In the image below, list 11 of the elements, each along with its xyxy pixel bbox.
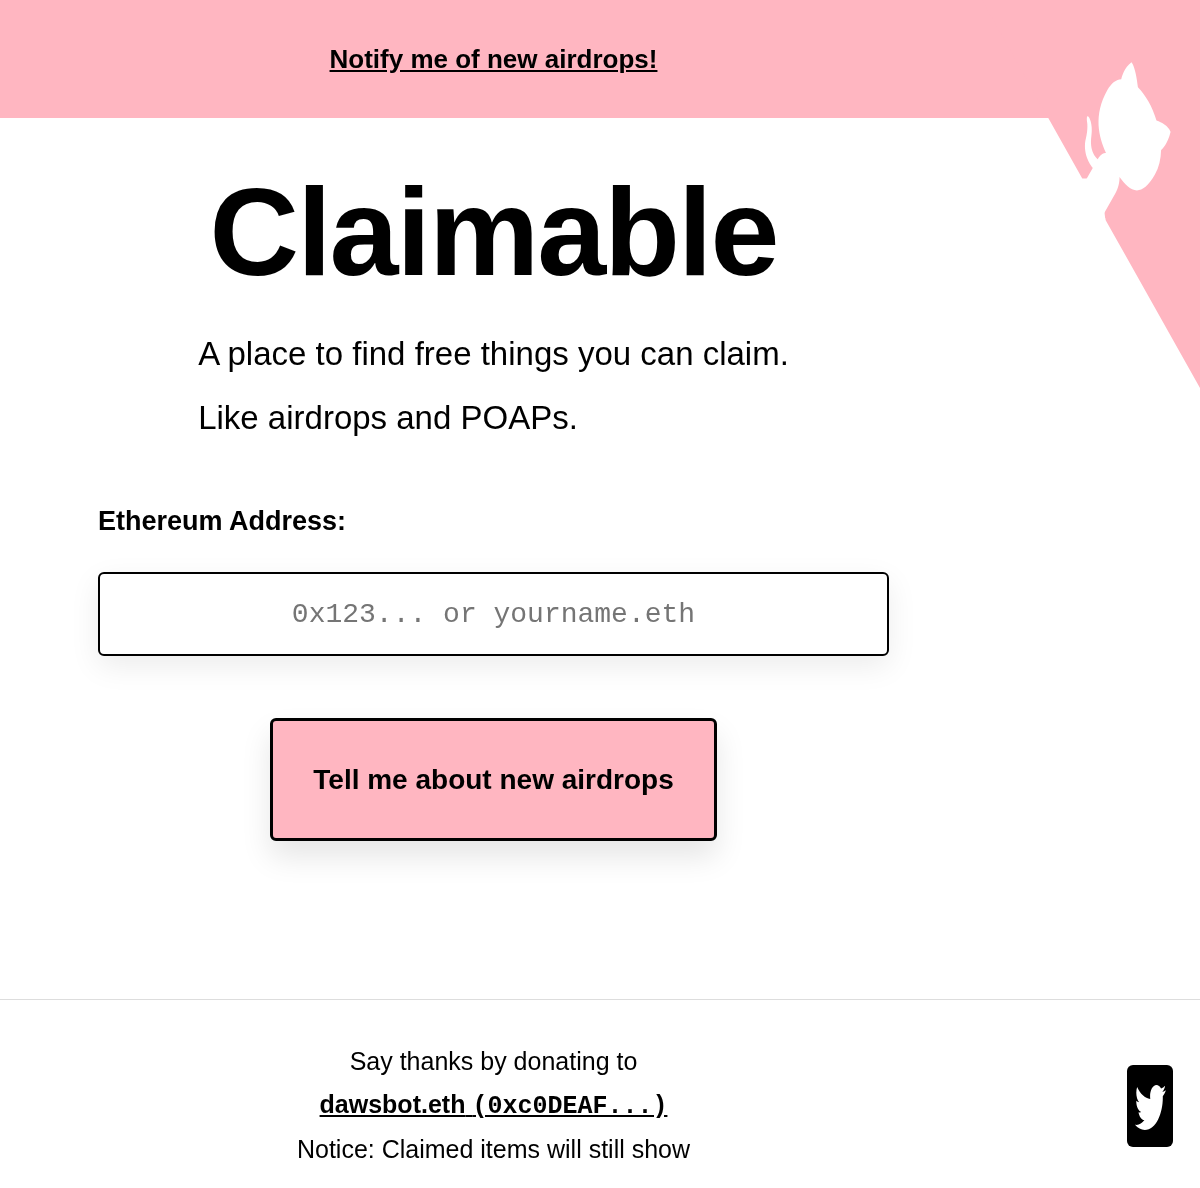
address-field[interactable]: 0x123... or yourname.eth: [98, 572, 889, 656]
notify-link[interactable]: Notify me of new airdrops!: [329, 43, 658, 75]
tagline-text: Like airdrops and POAPs.: [198, 398, 579, 438]
notify-button[interactable]: Tell me about new airdrops: [270, 718, 717, 841]
page-title: Claimable: [209, 164, 778, 300]
thanks-text: Say thanks by donating to: [349, 1046, 638, 1077]
address-label: Ethereum Address:: [98, 505, 347, 538]
bird-icon[interactable]: [1127, 1064, 1173, 1147]
notice-text: Notice: Claimed items will still show: [296, 1134, 691, 1165]
donation-link[interactable]: dawsbot.eth (0xc0DEAF...): [319, 1083, 668, 1128]
tagline-text: A place to find free things you can claim.: [198, 334, 789, 374]
